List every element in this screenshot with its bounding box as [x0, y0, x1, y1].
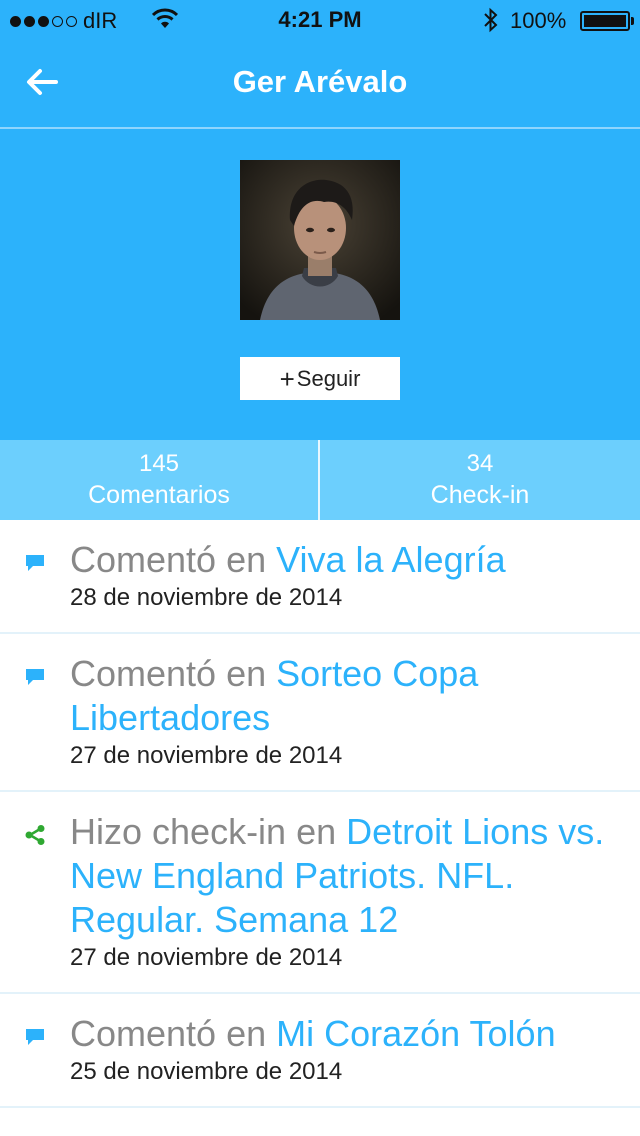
stats-bar: 145 Comentarios 34 Check-in	[0, 440, 640, 520]
comment-icon	[26, 669, 44, 685]
activity-text: Comentó en Mi Corazón Tolón	[70, 1012, 620, 1056]
activity-link[interactable]: Viva la Alegría	[276, 539, 505, 580]
share-icon	[25, 825, 45, 845]
activity-prefix: Hizo check-in en	[70, 811, 347, 852]
battery-icon	[580, 11, 634, 31]
stat-checkins-label: Check-in	[430, 481, 530, 509]
activity-prefix: Comentó en	[70, 1013, 277, 1054]
activity-link[interactable]: Mi Corazón Tolón	[276, 1013, 555, 1054]
header-divider	[0, 127, 640, 129]
stat-comments-label: Comentarios	[88, 481, 230, 509]
page-title: Ger Arévalo	[232, 64, 408, 99]
activity-date: 27 de noviembre de 2014	[70, 742, 343, 769]
stat-checkins-value: 34	[466, 450, 494, 477]
plus-icon: +	[279, 363, 295, 394]
status-bar: dIR 4:21 PM 100%	[0, 0, 640, 40]
list-item[interactable]: Comentó en Viva la Alegría 28 de noviemb…	[0, 520, 640, 634]
activity-text: Comentó en Sorteo Copa Libertadores	[70, 652, 620, 740]
activity-prefix: Comentó en	[70, 539, 277, 580]
comment-icon	[26, 1029, 44, 1045]
stat-comments[interactable]: 145 Comentarios	[0, 440, 320, 520]
stat-comments-value: 145	[138, 450, 180, 477]
activity-prefix: Comentó en	[70, 653, 277, 694]
avatar[interactable]	[240, 160, 400, 320]
list-item[interactable]: Comentó en Sorteo Copa Libertadores 27 d…	[0, 634, 640, 792]
list-item[interactable]: Hizo check-in en Detroit Lions vs. New E…	[0, 792, 640, 994]
navigation-bar: Ger Arévalo	[0, 40, 640, 128]
activity-date: 25 de noviembre de 2014	[70, 1058, 343, 1085]
stat-checkins[interactable]: 34 Check-in	[320, 440, 640, 520]
battery-percent: 100%	[510, 8, 567, 33]
follow-button[interactable]: + Seguir	[240, 357, 400, 400]
activity-feed: Comentó en Viva la Alegría 28 de noviemb…	[0, 520, 640, 1108]
bluetooth-icon	[484, 7, 498, 33]
comment-icon	[26, 555, 44, 571]
activity-date: 27 de noviembre de 2014	[70, 944, 343, 971]
activity-text: Hizo check-in en Detroit Lions vs. New E…	[70, 810, 620, 942]
activity-date: 28 de noviembre de 2014	[70, 584, 343, 611]
activity-text: Comentó en Viva la Alegría	[70, 538, 620, 582]
follow-label: Seguir	[296, 365, 361, 391]
list-item[interactable]: Comentó en Mi Corazón Tolón 25 de noviem…	[0, 994, 640, 1108]
